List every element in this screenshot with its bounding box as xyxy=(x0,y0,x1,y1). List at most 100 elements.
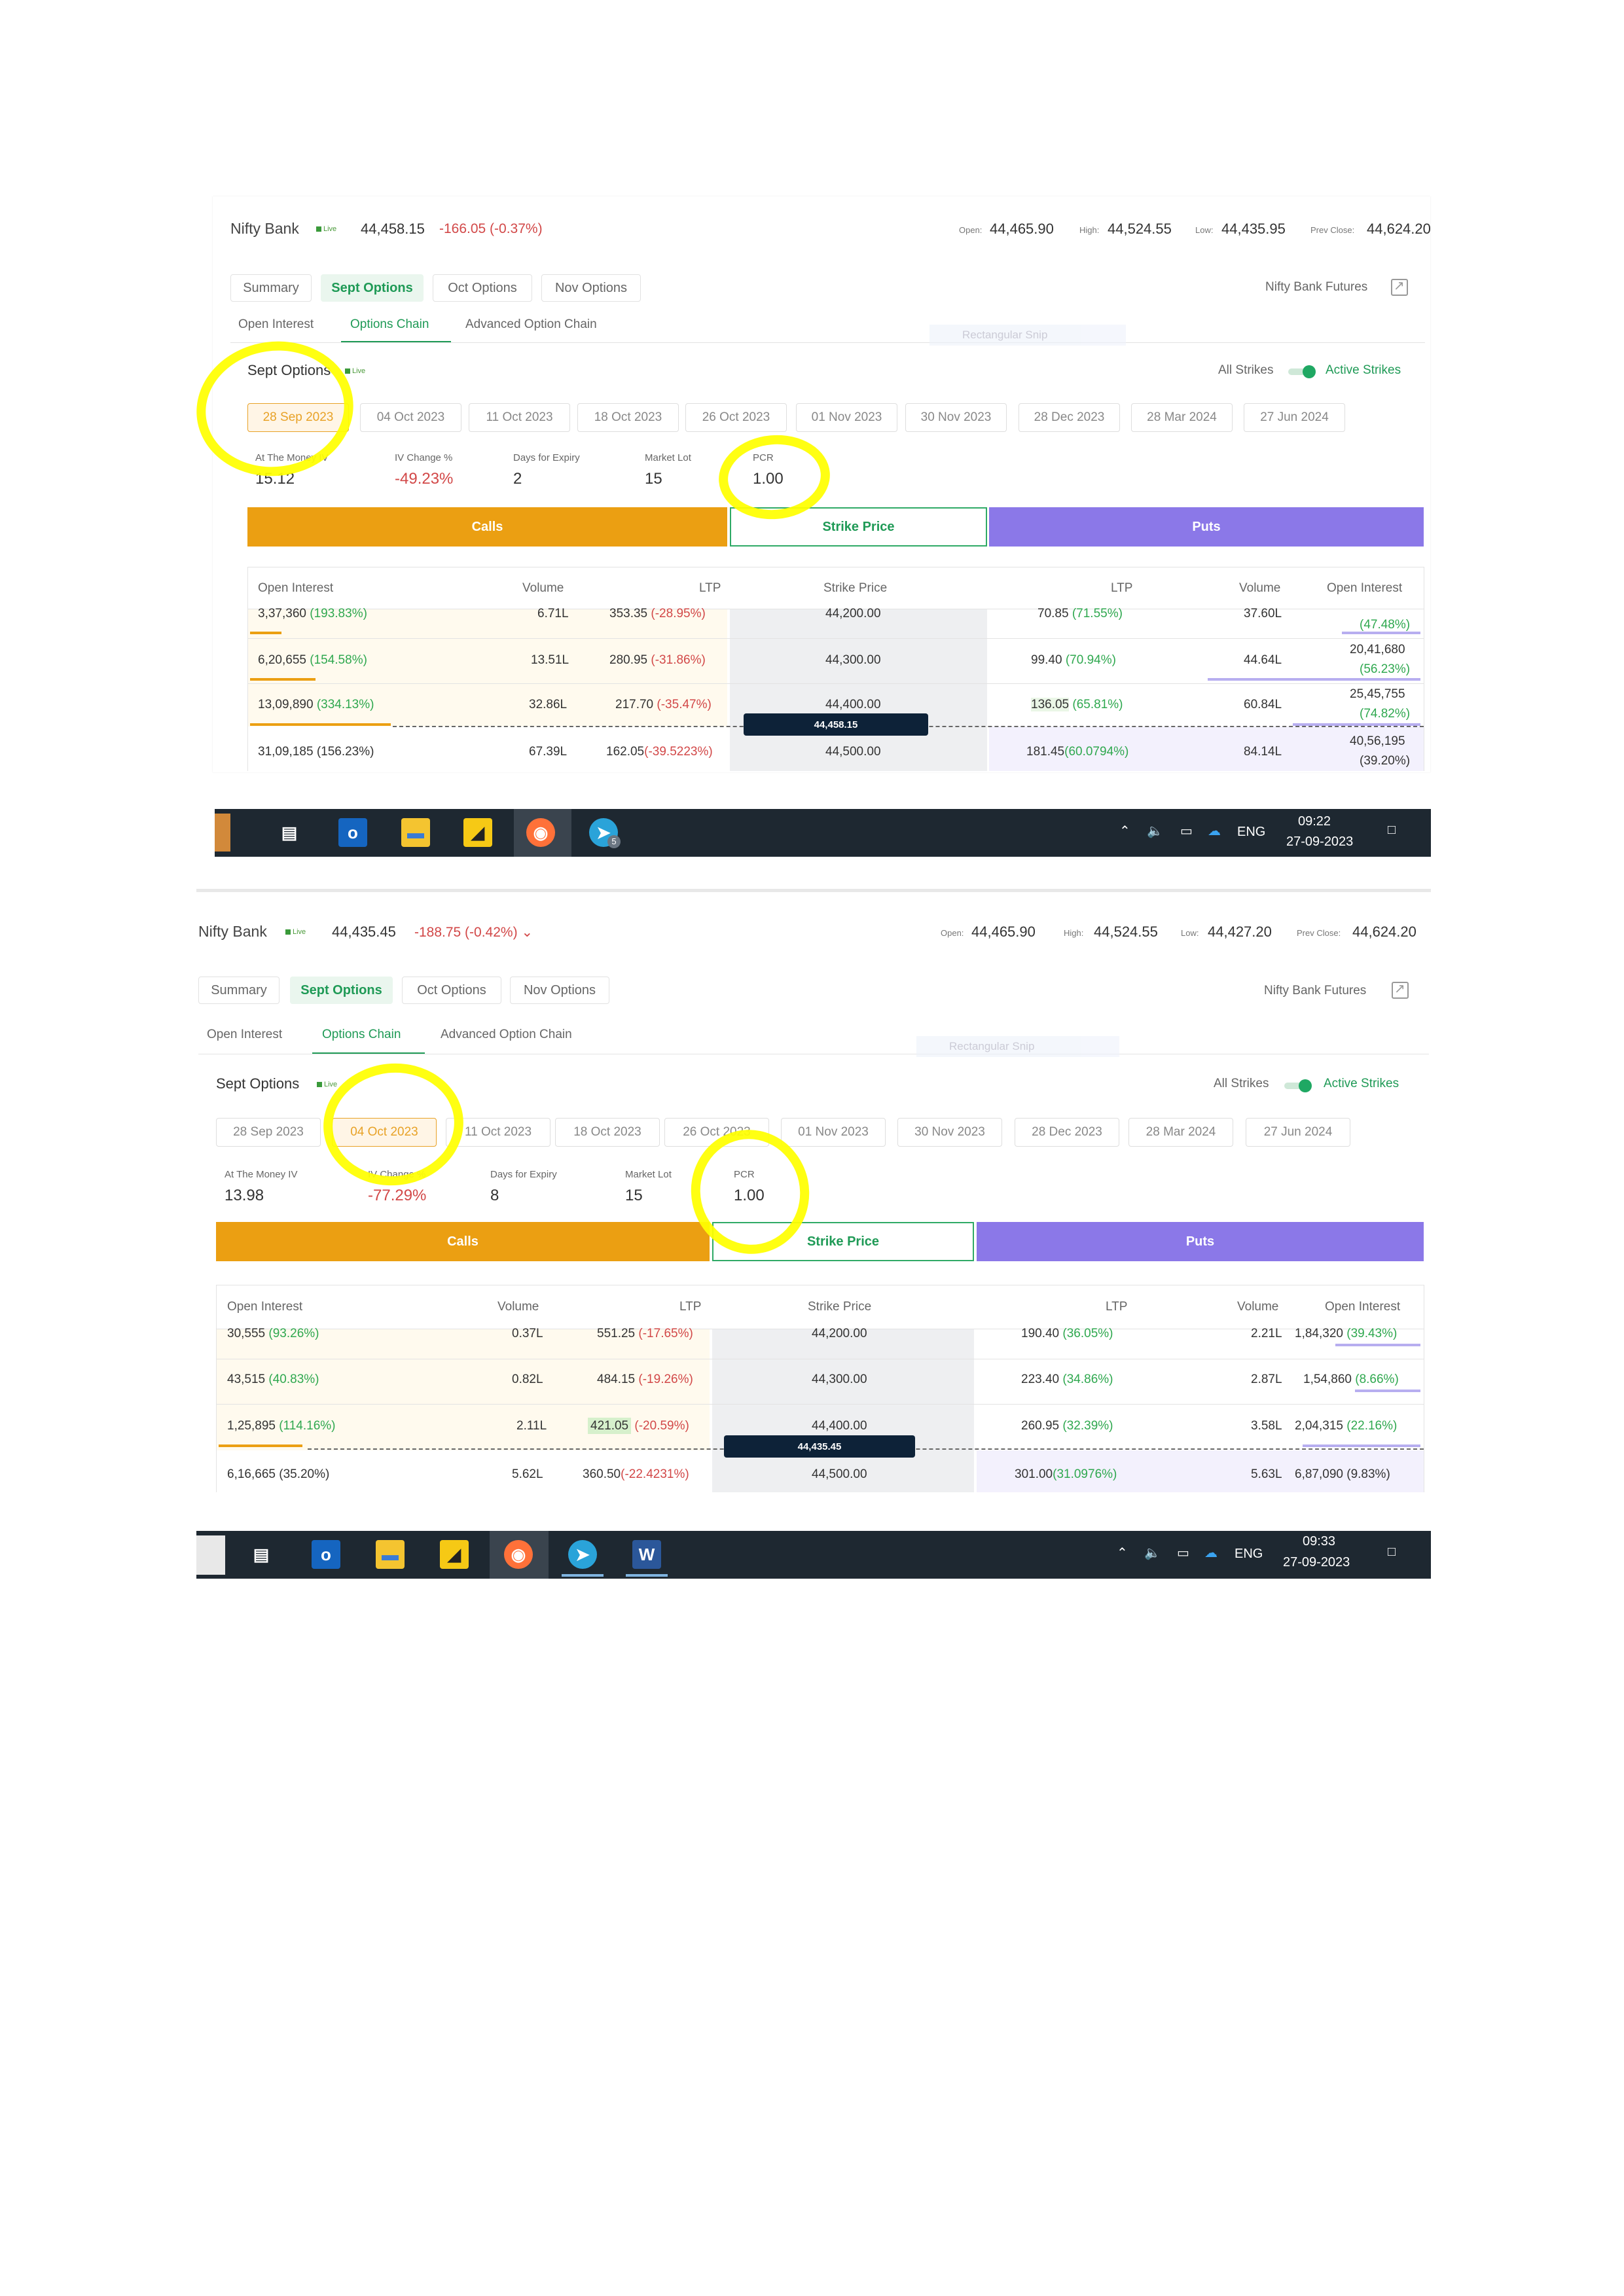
subtab-advanced-option-chain[interactable]: Advanced Option Chain xyxy=(441,1028,572,1042)
expiry-date[interactable]: 30 Nov 2023 xyxy=(897,1118,1002,1147)
expiry-date[interactable]: 01 Nov 2023 xyxy=(796,403,897,432)
call-oi: 31,09,185 (156.23%) xyxy=(258,745,374,759)
chevron-up-icon[interactable]: ⌃ xyxy=(1117,1545,1128,1561)
puts-header: Puts xyxy=(989,507,1424,547)
active-strikes-label[interactable]: Active Strikes xyxy=(1324,1077,1399,1091)
clock-time[interactable]: 09:33 xyxy=(1303,1534,1335,1549)
open-value: 44,465.90 xyxy=(990,221,1054,237)
expiry-date[interactable]: 26 Oct 2023 xyxy=(685,403,787,432)
days-expiry-value: 2 xyxy=(513,470,522,488)
expiry-date[interactable]: 27 Jun 2024 xyxy=(1246,1118,1350,1147)
expiry-date[interactable]: 28 Dec 2023 xyxy=(1015,1118,1119,1147)
external-link-icon[interactable] xyxy=(1391,278,1408,296)
file-explorer-icon[interactable]: ▬ xyxy=(401,818,430,847)
all-strikes-label[interactable]: All Strikes xyxy=(1214,1077,1269,1091)
expiry-date[interactable]: 28 Dec 2023 xyxy=(1019,403,1120,432)
section-live-badge: Live xyxy=(317,1081,337,1088)
tab-oct-options[interactable]: Oct Options xyxy=(433,274,532,302)
put-ltp: 99.40 (70.94%) xyxy=(1031,653,1116,667)
expiry-date[interactable]: 04 Oct 2023 xyxy=(360,403,461,432)
active-strikes-label[interactable]: Active Strikes xyxy=(1326,363,1401,378)
expiry-date[interactable]: 30 Nov 2023 xyxy=(905,403,1007,432)
futures-link[interactable]: Nifty Bank Futures xyxy=(1264,984,1366,998)
expiry-date[interactable]: 27 Jun 2024 xyxy=(1244,403,1345,432)
tab-nov-options[interactable]: Nov Options xyxy=(510,977,609,1004)
rectangular-snip-overlay: Rectangular Snip xyxy=(916,1036,1119,1057)
tab-sept-options[interactable]: Sept Options xyxy=(321,274,424,302)
put-ltp: 70.85 (71.55%) xyxy=(1038,607,1123,620)
call-volume: 2.11L xyxy=(516,1419,547,1433)
strike-price: 44,500.00 xyxy=(825,745,881,759)
external-link-icon[interactable] xyxy=(1392,980,1409,999)
prev-close-value: 44,624.20 xyxy=(1352,924,1416,940)
chevron-down-icon: ⌄ xyxy=(521,925,533,940)
language-indicator[interactable]: ENG xyxy=(1235,1547,1263,1562)
task-view-icon[interactable]: ▤ xyxy=(275,818,304,847)
put-volume: 5.63L xyxy=(1251,1467,1282,1481)
language-indicator[interactable]: ENG xyxy=(1237,825,1265,840)
outlook-icon[interactable]: o xyxy=(312,1540,340,1569)
clock-time[interactable]: 09:22 xyxy=(1298,814,1331,829)
notification-icon[interactable]: □ xyxy=(1388,823,1396,838)
onedrive-icon[interactable]: ☁ xyxy=(1204,1545,1218,1561)
subtab-options-chain[interactable]: Options Chain xyxy=(322,1028,401,1042)
expiry-date[interactable]: 18 Oct 2023 xyxy=(577,403,679,432)
put-oi-bar xyxy=(1342,632,1420,634)
sticky-notes-icon[interactable]: ◢ xyxy=(440,1540,469,1569)
col-call-oi: Open Interest xyxy=(258,581,334,595)
tab-oct-options[interactable]: Oct Options xyxy=(402,977,501,1004)
strike-price: 44,200.00 xyxy=(812,1327,867,1340)
battery-icon[interactable]: ▭ xyxy=(1180,823,1193,839)
tab-sept-options[interactable]: Sept Options xyxy=(290,977,393,1004)
strikes-toggle[interactable] xyxy=(1284,1079,1312,1092)
expiry-date[interactable]: 11 Oct 2023 xyxy=(469,403,570,432)
days-expiry-label: Days for Expiry xyxy=(490,1169,557,1180)
prev-close-label: Prev Close: xyxy=(1310,225,1355,235)
expiry-date[interactable]: 28 Mar 2024 xyxy=(1128,1118,1233,1147)
taskbar-active-underline xyxy=(562,1574,604,1577)
subtab-options-chain[interactable]: Options Chain xyxy=(350,317,429,332)
tab-nov-options[interactable]: Nov Options xyxy=(541,274,641,302)
strike-price: 44,200.00 xyxy=(825,607,881,620)
sticky-notes-icon[interactable]: ◢ xyxy=(463,818,492,847)
firefox-icon[interactable]: ◉ xyxy=(504,1540,533,1569)
battery-icon[interactable]: ▭ xyxy=(1177,1545,1189,1561)
put-oi: 25,45,755 xyxy=(1350,687,1405,701)
expiry-date[interactable]: 28 Sep 2023 xyxy=(216,1118,321,1147)
onedrive-icon[interactable]: ☁ xyxy=(1208,823,1221,839)
strike-price: 44,300.00 xyxy=(825,653,881,667)
word-icon[interactable]: W xyxy=(632,1540,661,1569)
tab-summary[interactable]: Summary xyxy=(198,977,280,1004)
file-explorer-icon[interactable]: ▬ xyxy=(376,1540,405,1569)
high-value: 44,524.55 xyxy=(1094,924,1158,940)
speaker-icon[interactable]: 🔈 xyxy=(1144,1545,1161,1561)
call-oi: 1,25,895 (114.16%) xyxy=(227,1419,336,1433)
tab-summary[interactable]: Summary xyxy=(230,274,312,302)
task-view-icon[interactable]: ▤ xyxy=(247,1540,276,1569)
subtab-open-interest[interactable]: Open Interest xyxy=(207,1028,282,1042)
firefox-icon[interactable]: ◉ xyxy=(526,818,555,847)
put-oi: 1,84,320 (39.43%) xyxy=(1295,1327,1398,1340)
telegram-icon[interactable]: ➤ xyxy=(568,1540,597,1569)
index-name: Nifty Bank xyxy=(198,923,267,940)
col-call-oi: Open Interest xyxy=(227,1300,303,1314)
clock-date[interactable]: 27-09-2023 xyxy=(1283,1555,1350,1570)
outlook-icon[interactable]: o xyxy=(338,818,367,847)
chevron-up-icon[interactable]: ⌃ xyxy=(1119,823,1130,839)
cropped-row-edge xyxy=(196,889,1431,892)
put-oi: 20,41,680 xyxy=(1350,643,1405,656)
clock-date[interactable]: 27-09-2023 xyxy=(1286,834,1353,850)
subtab-open-interest[interactable]: Open Interest xyxy=(238,317,314,332)
futures-link[interactable]: Nifty Bank Futures xyxy=(1265,280,1367,295)
subtab-advanced-option-chain[interactable]: Advanced Option Chain xyxy=(465,317,597,332)
notification-icon[interactable]: □ xyxy=(1388,1545,1396,1560)
call-ltp: 484.15 (-19.26%) xyxy=(597,1372,693,1386)
speaker-icon[interactable]: 🔈 xyxy=(1147,823,1163,839)
all-strikes-label[interactable]: All Strikes xyxy=(1218,363,1273,378)
strikes-toggle[interactable] xyxy=(1288,365,1316,378)
live-badge: Live xyxy=(285,928,306,936)
col-put-oi: Open Interest xyxy=(1325,1300,1401,1314)
expiry-date[interactable]: 18 Oct 2023 xyxy=(555,1118,660,1147)
expiry-date[interactable]: 01 Nov 2023 xyxy=(781,1118,886,1147)
expiry-date[interactable]: 28 Mar 2024 xyxy=(1131,403,1233,432)
